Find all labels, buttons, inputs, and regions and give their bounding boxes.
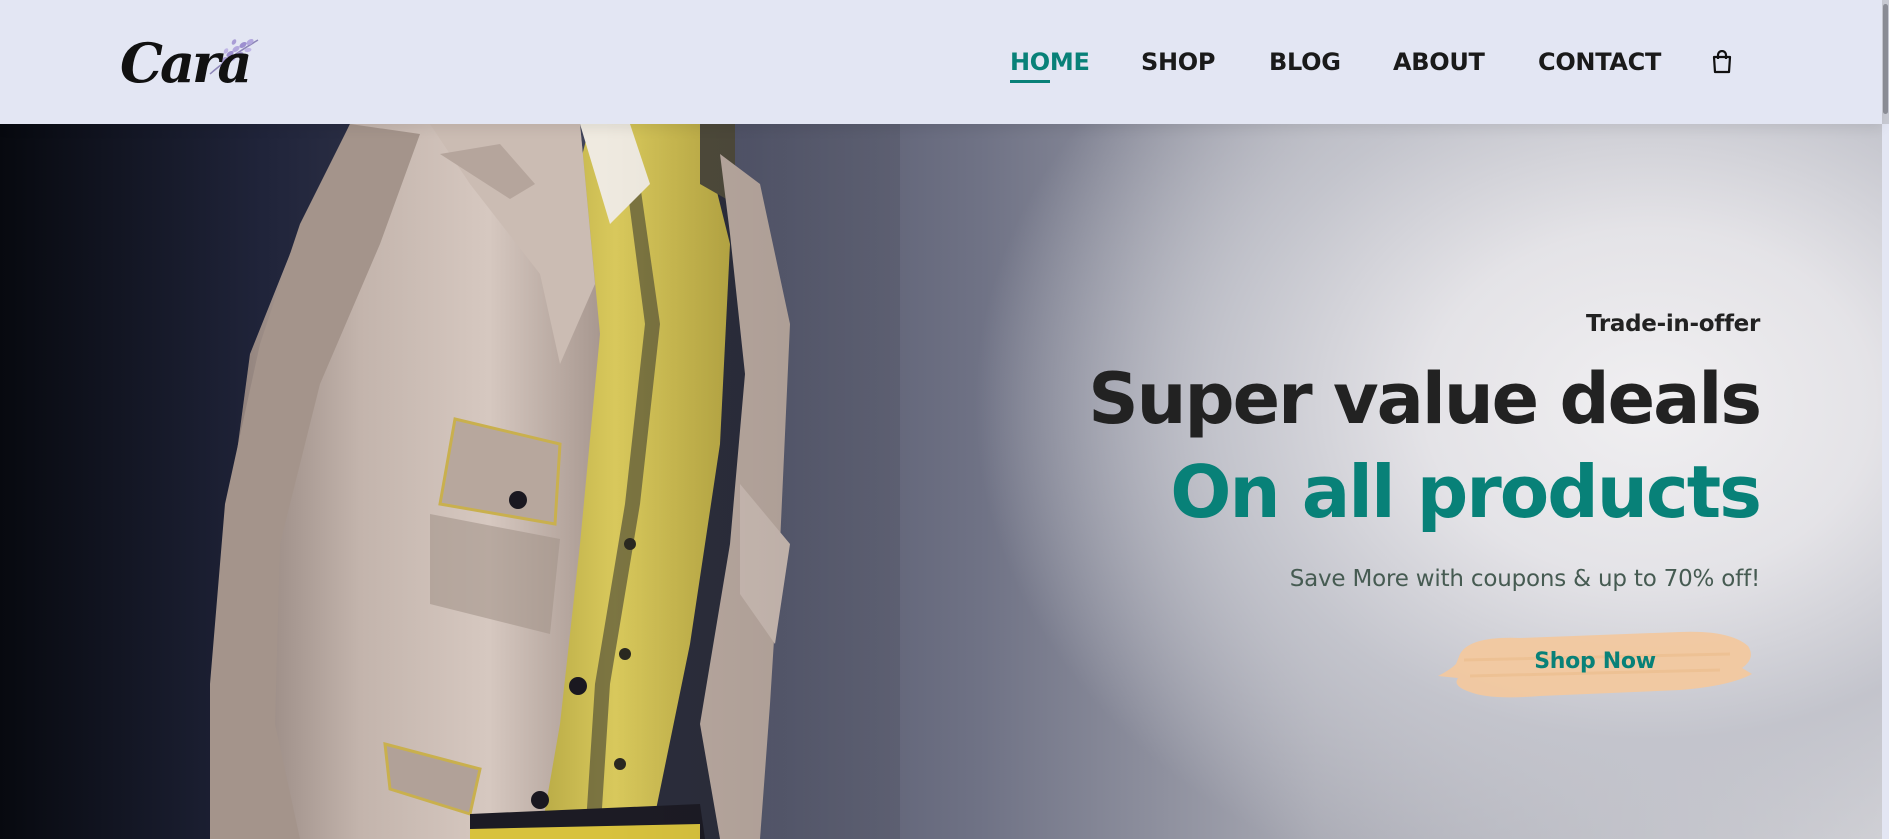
scrollbar-thumb[interactable]: [1883, 4, 1888, 114]
site-header: Cara HOME SHOP BLOG ABOUT CONTACT: [0, 0, 1882, 124]
hero-title-line1: Super value deals: [1088, 358, 1762, 440]
active-nav-underline: [1010, 80, 1050, 83]
logo-wordmark: Cara: [120, 31, 249, 92]
nav-shop[interactable]: SHOP: [1141, 48, 1215, 76]
shop-now-button[interactable]: Shop Now: [1430, 624, 1760, 704]
page-scrollbar[interactable]: [1882, 0, 1889, 124]
hero-banner: Trade-in-offer Super value deals On all …: [0, 124, 1882, 839]
hero-subtitle: Save More with coupons & up to 70% off!: [1289, 566, 1760, 592]
nav-blog[interactable]: BLOG: [1269, 48, 1341, 76]
shop-now-label: Shop Now: [1534, 649, 1656, 674]
offer-label: Trade-in-offer: [1586, 311, 1760, 337]
hero-title-line2: On all products: [1170, 450, 1762, 534]
shopping-bag-icon[interactable]: [1711, 49, 1733, 74]
nav-home[interactable]: HOME: [1010, 48, 1090, 76]
nav-contact[interactable]: CONTACT: [1538, 48, 1661, 76]
nav-about[interactable]: ABOUT: [1393, 48, 1485, 76]
hero-model-image: [210, 124, 900, 839]
cara-logo[interactable]: Cara: [118, 26, 268, 95]
